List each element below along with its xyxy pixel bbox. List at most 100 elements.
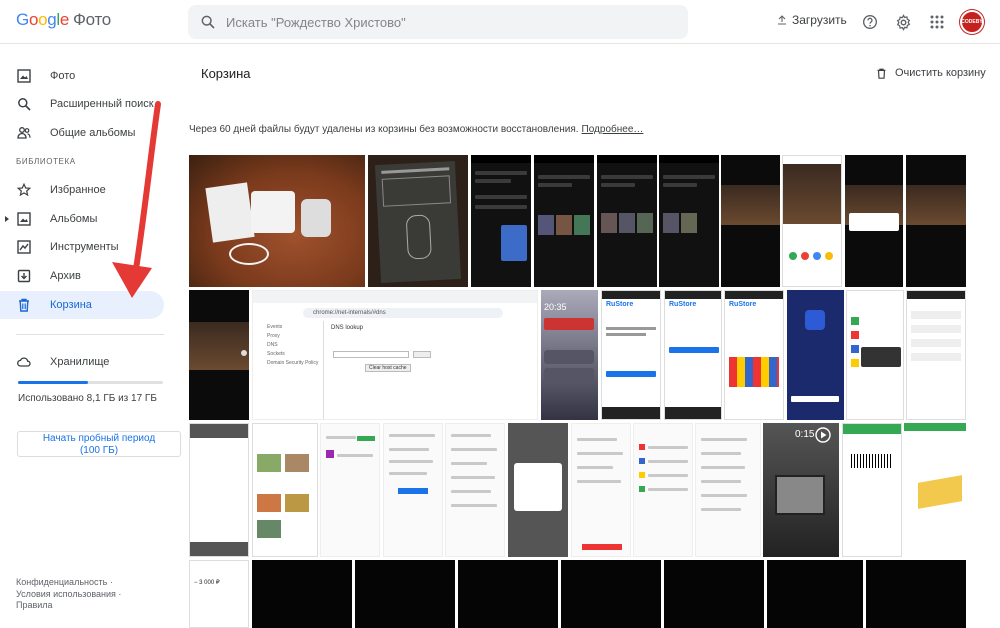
diagram-box: [381, 175, 452, 207]
search-bar[interactable]: [188, 5, 688, 39]
sidebar-item-archive[interactable]: Архив: [0, 262, 164, 290]
app-icon: [805, 310, 825, 330]
photo-thumbnail[interactable]: [252, 560, 352, 628]
notification-card: [544, 368, 594, 382]
photo-thumbnail[interactable]: [787, 290, 844, 420]
text-line: [606, 333, 646, 336]
expand-caret-icon[interactable]: [5, 216, 9, 222]
status-bar: [725, 291, 783, 299]
photo-thumbnail[interactable]: [534, 155, 594, 287]
image-block: [556, 215, 572, 235]
photo-thumbnail[interactable]: RuStore: [601, 290, 661, 420]
photo-thumbnail[interactable]: [383, 423, 443, 557]
photo-thumbnail[interactable]: [866, 560, 966, 628]
photo-thumbnail[interactable]: [659, 155, 719, 287]
photo-thumbnail[interactable]: [782, 155, 842, 287]
photo-thumbnail[interactable]: [320, 423, 380, 557]
photo-thumbnail[interactable]: [842, 423, 902, 557]
settings-list: [911, 311, 961, 361]
sidebar-item-shared-albums[interactable]: Общие альбомы: [0, 119, 164, 147]
video-duration: 0:15: [795, 429, 815, 440]
app-icon: [851, 317, 859, 325]
sidebar-item-label: Инструменты: [50, 241, 119, 253]
privacy-link[interactable]: Конфиденциальность: [16, 577, 107, 587]
photo-thumbnail[interactable]: [664, 560, 764, 628]
dns-menu: Events Proxy DNS Sockets Domain Security…: [267, 323, 318, 368]
sidebar-item-albums[interactable]: Альбомы: [0, 205, 164, 233]
sidebar-item-trash[interactable]: Корзина: [0, 291, 164, 319]
image-block: [257, 494, 281, 512]
photo-thumbnail[interactable]: [906, 155, 966, 287]
sidebar-item-storage[interactable]: Хранилище: [0, 348, 164, 376]
sidebar-item-label: Архив: [50, 270, 81, 282]
photo-thumbnail[interactable]: [355, 560, 455, 628]
photo-thumbnail[interactable]: [571, 423, 631, 557]
star-icon: [17, 183, 31, 197]
photo-thumbnail[interactable]: [368, 155, 468, 287]
settings-icon: [639, 486, 645, 492]
apps-grid-icon[interactable]: [927, 12, 947, 32]
photo-thumbnail[interactable]: 20:35: [541, 290, 598, 420]
rustore-title: RuStore: [606, 301, 634, 308]
photo-thumbnail[interactable]: [695, 423, 761, 557]
upload-button[interactable]: Загрузить: [776, 13, 847, 27]
start-trial-button[interactable]: Начать пробный период (100 ГБ): [17, 431, 181, 457]
footer-separator: ·: [109, 577, 113, 587]
photo-thumbnail[interactable]: [508, 423, 568, 557]
photo-thumbnail[interactable]: [252, 423, 318, 557]
app-icon: [851, 331, 859, 339]
footer-links: Конфиденциальность · Условия использован…: [16, 577, 121, 612]
status-bar: [665, 291, 721, 299]
photo-thumbnail[interactable]: [561, 560, 661, 628]
photo-thumbnail[interactable]: 0:15: [763, 423, 839, 557]
upload-icon: [778, 15, 786, 25]
help-icon[interactable]: [860, 12, 880, 32]
policies-link[interactable]: Правила: [16, 600, 53, 610]
storage-progress-bar: [18, 381, 163, 384]
photo-thumbnail[interactable]: [721, 155, 780, 287]
image-block: [601, 213, 617, 233]
photo-thumbnail[interactable]: RuStore: [664, 290, 722, 420]
sidebar-item-favorites[interactable]: Избранное: [0, 176, 164, 204]
gear-icon[interactable]: [893, 12, 913, 32]
photo-thumbnail[interactable]: [189, 290, 249, 420]
trash-icon: [877, 68, 886, 79]
avatar[interactable]: CODEBY: [960, 10, 984, 34]
sidebar-item-tools[interactable]: Инструменты: [0, 233, 164, 261]
photo-thumbnail[interactable]: chrome://net-internals/#dns Events Proxy…: [252, 290, 538, 420]
sidebar-item-advanced-search[interactable]: Расширенный поиск: [0, 90, 164, 118]
install-button: [669, 347, 719, 353]
photo-thumbnail[interactable]: [458, 560, 558, 628]
photo-thumbnail[interactable]: [906, 290, 966, 420]
photo-thumbnail[interactable]: [767, 560, 863, 628]
photo-thumbnail[interactable]: [189, 155, 365, 287]
image-block: [619, 213, 635, 233]
google-photos-logo[interactable]: Google Фото: [16, 10, 111, 30]
share-app-icon: [789, 252, 797, 260]
cloud-icon: [17, 357, 31, 367]
photo-thumbnail[interactable]: [445, 423, 505, 557]
photo-thumbnail[interactable]: [904, 423, 966, 557]
photo-thumbnail[interactable]: [471, 155, 531, 287]
search-input[interactable]: [226, 14, 656, 30]
learn-more-link[interactable]: Подробнее…: [582, 124, 644, 135]
dns-lookup-title: DNS lookup: [331, 325, 364, 331]
action-button: [398, 488, 428, 494]
photo-thumbnail[interactable]: [189, 423, 249, 557]
image-block: [637, 213, 653, 233]
image-block: [663, 213, 679, 233]
logo-letter: o: [38, 10, 48, 29]
photo-thumbnail[interactable]: [633, 423, 693, 557]
empty-trash-button[interactable]: Очистить корзину: [876, 67, 986, 79]
search-icon[interactable]: [200, 14, 216, 30]
photo-thumbnail[interactable]: RuStore: [724, 290, 784, 420]
photo-thumbnail[interactable]: − 3 000 ₽: [189, 560, 249, 628]
image-block: [257, 454, 281, 472]
photo-thumbnail[interactable]: [597, 155, 657, 287]
photo-thumbnail[interactable]: [846, 290, 904, 420]
top-bar: GoogleФото Загрузить CODEBY: [0, 0, 1000, 44]
photo-thumbnail[interactable]: [845, 155, 903, 287]
open-button: [791, 396, 839, 402]
terms-link[interactable]: Условия использования: [16, 589, 116, 599]
sidebar-item-photos[interactable]: Фото: [0, 62, 164, 90]
